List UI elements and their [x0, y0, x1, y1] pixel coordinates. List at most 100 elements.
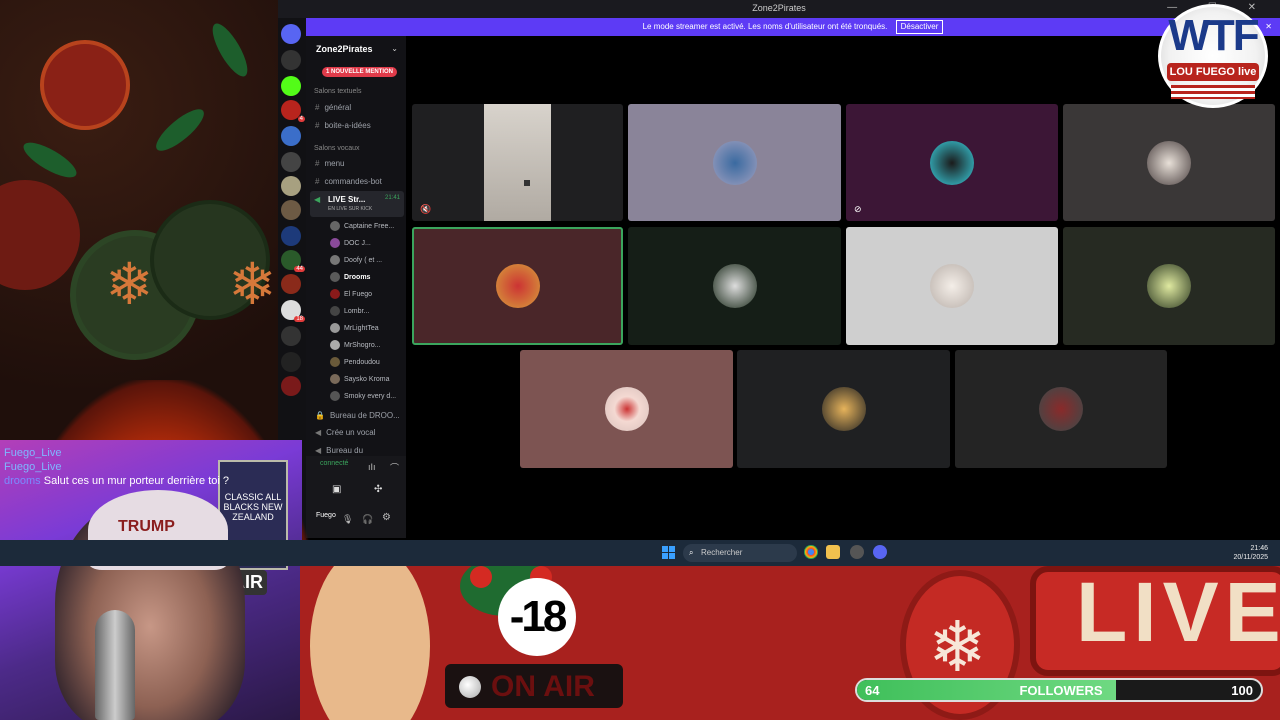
- disconnect-icon[interactable]: ⌒: [390, 461, 399, 474]
- video-tile[interactable]: [1063, 104, 1275, 221]
- obs-icon[interactable]: [850, 545, 864, 559]
- voice-member[interactable]: MrLightTea: [330, 323, 379, 333]
- video-tile[interactable]: [628, 227, 841, 345]
- voice-member[interactable]: Drooms: [330, 272, 370, 282]
- server-icon[interactable]: [281, 274, 301, 294]
- member-name: Drooms: [344, 273, 371, 281]
- voice-member[interactable]: El Fuego: [330, 289, 372, 299]
- folder-icon[interactable]: [281, 126, 301, 146]
- voice-member[interactable]: MrShogro...: [330, 340, 381, 350]
- channel-label: Bureau de DROO...: [329, 411, 400, 420]
- server-icon[interactable]: [281, 326, 301, 346]
- leaf-decoration: [150, 103, 210, 157]
- system-clock[interactable]: 21:46 20/11/2025: [1233, 544, 1268, 562]
- snowflake-icon: ❄: [105, 252, 154, 317]
- chevron-down-icon[interactable]: ⌄: [391, 44, 398, 53]
- search-icon: ⌕: [689, 548, 694, 557]
- server-icon[interactable]: [281, 50, 301, 70]
- camera-feed: [484, 104, 551, 221]
- noise-suppression-icon[interactable]: ıIı: [368, 462, 376, 472]
- channel-label: général: [324, 103, 352, 112]
- member-name: DOC J...: [344, 239, 371, 247]
- hash-icon: #: [315, 159, 320, 168]
- file-explorer-icon[interactable]: [826, 545, 840, 559]
- server-icon[interactable]: [281, 352, 301, 372]
- category-text-channels[interactable]: Salons textuels: [314, 88, 361, 95]
- voice-member[interactable]: Saysko Kroma: [330, 374, 390, 384]
- chat-overlay: Fuego_Live Fuego_Live drooms Salut ces u…: [4, 446, 304, 488]
- server-icon[interactable]: [281, 200, 301, 220]
- avatar: [330, 289, 340, 299]
- microphone: [95, 610, 135, 720]
- server-icon[interactable]: 4: [281, 100, 305, 122]
- chat-text: Salut ces un mur porteur derrière toi ?: [43, 475, 230, 487]
- live-sign: LIVE: [1030, 565, 1280, 676]
- discord-window: Zone2Pirates — ☐ ✕ Le mode streamer est …: [278, 0, 1280, 540]
- server-icon[interactable]: 18: [281, 300, 305, 322]
- headphones-icon[interactable]: 🎧: [362, 514, 373, 525]
- voice-member[interactable]: Doofy ( et ...: [330, 255, 382, 265]
- live-channel-time: 21:41: [384, 195, 400, 201]
- taskbar-search[interactable]: ⌕ Rechercher: [683, 544, 797, 562]
- camera-icon[interactable]: ▣: [332, 484, 341, 495]
- wtf-server-icon[interactable]: [281, 226, 301, 246]
- video-tile[interactable]: [520, 350, 733, 468]
- video-tile[interactable]: 🔇: [412, 104, 623, 221]
- microphone-icon[interactable]: 🎙: [342, 514, 353, 525]
- video-tile[interactable]: ⊘: [846, 104, 1058, 221]
- discord-icon[interactable]: [873, 545, 887, 559]
- channel-ideas[interactable]: # boite-a-idées: [315, 121, 371, 130]
- avatar: [330, 221, 340, 231]
- windows-start-icon[interactable]: [662, 546, 675, 559]
- voice-member[interactable]: Captaine Free...: [330, 221, 394, 231]
- poster-text: CLASSIC ALL BLACKS NEW ZEALAND: [223, 492, 283, 522]
- category-voice-channels[interactable]: Salons vocaux: [314, 145, 360, 152]
- voice-member[interactable]: Lombr...: [330, 306, 369, 316]
- member-name: Doofy ( et ...: [344, 256, 383, 264]
- server-icon[interactable]: [281, 152, 301, 172]
- channel-commands-bot[interactable]: # commandes-bot: [315, 177, 382, 186]
- member-name: MrLightTea: [344, 324, 379, 332]
- activity-icon[interactable]: ✣: [374, 484, 382, 495]
- channel-bureau-2[interactable]: ◀Bureau du: [315, 446, 363, 455]
- clock-date: 20/11/2025: [1233, 554, 1268, 561]
- server-icon[interactable]: 44: [281, 250, 305, 272]
- avatar: [330, 323, 340, 333]
- live-voice-channel[interactable]: ◀ LIVE Str... 21:41 EN LIVE SUR KICK: [310, 191, 404, 217]
- avatar: [330, 238, 340, 248]
- avatar: [604, 387, 649, 431]
- avatar: [330, 272, 340, 282]
- leaf-decoration: [19, 136, 81, 184]
- video-tile[interactable]: [955, 350, 1167, 468]
- channel-general[interactable]: # général: [315, 103, 351, 112]
- settings-gear-icon[interactable]: ⚙: [382, 512, 391, 523]
- new-mention-badge[interactable]: 1 NOUVELLE MENTION: [322, 67, 398, 77]
- voice-member[interactable]: DOC J...: [330, 238, 371, 248]
- voice-member[interactable]: Pendoudou: [330, 357, 380, 367]
- channel-menu[interactable]: # menu: [315, 159, 344, 168]
- voice-member[interactable]: Smoky every d...: [330, 391, 396, 401]
- chrome-icon[interactable]: [804, 545, 818, 559]
- hash-icon: #: [315, 177, 320, 186]
- server-icon[interactable]: [281, 176, 301, 196]
- close-icon[interactable]: ✕: [1265, 18, 1272, 36]
- kick-server-icon[interactable]: [281, 76, 301, 96]
- video-tile-speaking[interactable]: [412, 227, 623, 345]
- create-vocal-channel[interactable]: ◀Crée un vocal: [315, 428, 376, 437]
- disable-streamer-button[interactable]: Désactiver: [895, 20, 944, 34]
- video-tile[interactable]: [737, 350, 950, 468]
- server-name[interactable]: Zone2Pirates: [316, 44, 373, 54]
- windows-taskbar: ⌕ Rechercher 21:46 20/11/2025: [0, 540, 1280, 566]
- avatar: [330, 374, 340, 384]
- avatar: [1147, 264, 1191, 308]
- on-air-text: ON AIR: [491, 670, 595, 703]
- speaker-icon: ◀: [314, 195, 321, 204]
- streamer-mode-banner: Le mode streamer est activé. Les noms d'…: [306, 18, 1280, 36]
- video-tile[interactable]: [1063, 227, 1275, 345]
- followers-goal-bar: 64 FOLLOWERS 100: [855, 678, 1263, 702]
- video-tile[interactable]: [628, 104, 841, 221]
- discord-home-icon[interactable]: [281, 24, 301, 44]
- channel-bureau[interactable]: 🔒Bureau de DROO...: [315, 411, 400, 420]
- video-tile[interactable]: [846, 227, 1058, 345]
- member-name: El Fuego: [344, 290, 373, 298]
